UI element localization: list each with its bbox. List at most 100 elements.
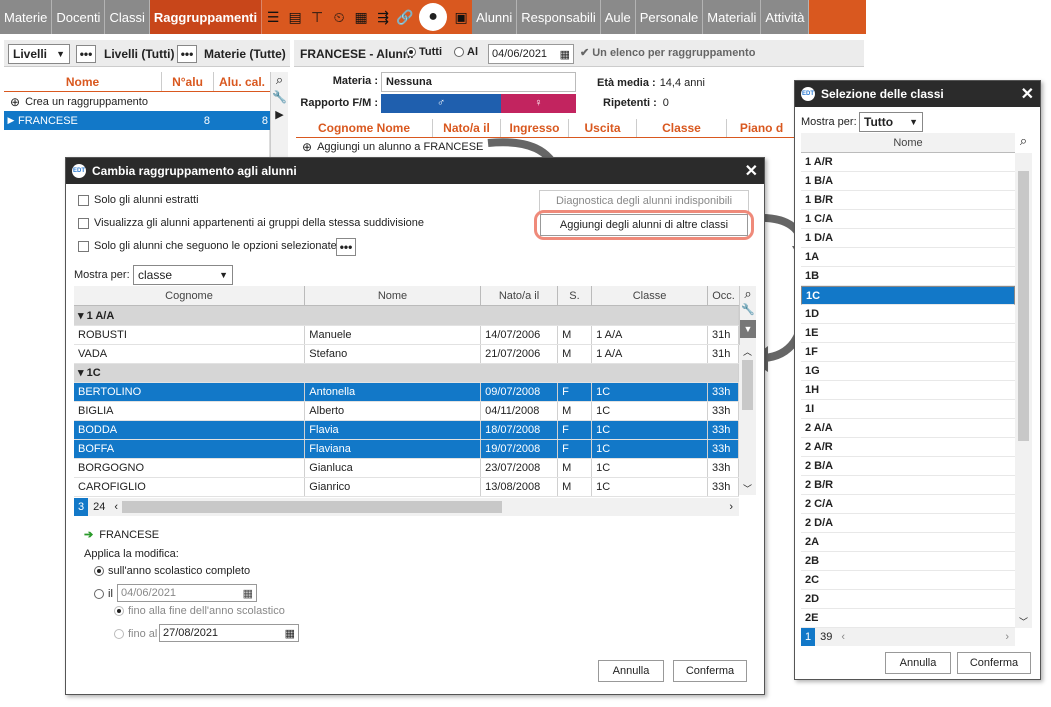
classes-col-name[interactable]: Nome [801, 133, 1015, 153]
until-date-field[interactable]: 27/08/2021 ▦ [159, 624, 299, 642]
table-row[interactable]: BIGLIA Alberto 04/11/2008 M 1C 33h [74, 401, 740, 421]
classes-show-by-select[interactable]: Tutto ▼ [859, 112, 923, 132]
list-item[interactable]: 2A [801, 533, 1015, 552]
horizontal-scroll-thumb[interactable] [122, 501, 503, 513]
col-name[interactable]: Nome [4, 72, 162, 91]
list-item[interactable]: 2 A/A [801, 419, 1015, 438]
search-icon[interactable]: ⌕ [740, 286, 756, 303]
add-students-other-classes-button[interactable]: Aggiungi degli alunni di altre classi [540, 214, 748, 236]
options-more-button[interactable]: ••• [336, 238, 356, 256]
list-item[interactable]: 1 D/A [801, 229, 1015, 248]
wrench-icon[interactable]: 🔧 [271, 90, 288, 108]
chevron-left-icon[interactable]: ‹ [837, 631, 849, 643]
group-header-row[interactable]: ▾ 1C [74, 363, 739, 383]
col-nome[interactable]: Nome [305, 286, 481, 305]
dropdown-icon[interactable]: ▼ [740, 320, 756, 338]
list-item[interactable]: 2 B/A [801, 457, 1015, 476]
tab-materie[interactable]: Materie [0, 0, 53, 34]
radio-from-date[interactable]: il [94, 588, 113, 600]
wrench-icon[interactable]: 🔧 [740, 303, 756, 320]
table-row[interactable]: BODDA Flavia 18/07/2008 F 1C 33h [74, 420, 740, 440]
list-item[interactable]: 2 C/A [801, 495, 1015, 514]
confirm-button[interactable]: Conferma [673, 660, 747, 682]
list-item-selected[interactable]: 1C [801, 286, 1015, 305]
tab-personale[interactable]: Personale [635, 0, 704, 34]
tab-materiali[interactable]: Materiali [703, 0, 762, 34]
add-student-row[interactable]: ⊕ Aggiungi un alunno a FRANCESE [302, 140, 483, 154]
bars-icon[interactable]: ▤ [284, 0, 306, 34]
from-date-field[interactable]: 04/06/2021 ▦ [117, 584, 257, 602]
table-row[interactable]: BERTOLINO Antonella 09/07/2008 F 1C 33h [74, 382, 740, 402]
col-nalu[interactable]: N°alu [162, 72, 214, 91]
col-classe[interactable]: Classe [592, 286, 708, 305]
list-item[interactable]: 2E [801, 609, 1015, 628]
list-item[interactable]: 2 D/A [801, 514, 1015, 533]
search-icon[interactable]: ⌕ [271, 72, 288, 90]
group-header-row[interactable]: ▾ 1 A/A [74, 306, 739, 326]
contact-card-icon[interactable]: ▣ [450, 0, 472, 34]
cancel-button[interactable]: Annulla [598, 660, 664, 682]
radio-all[interactable]: Tutti [406, 46, 442, 58]
col-plan[interactable]: Piano d [727, 119, 796, 137]
list-item[interactable]: 2 A/R [801, 438, 1015, 457]
list-item[interactable]: 1G [801, 362, 1015, 381]
single-list-checkbox[interactable]: ✔ Un elenco per raggruppamento [580, 46, 755, 60]
calendar-icon[interactable]: ▦ [560, 48, 570, 61]
chevron-up-icon[interactable]: ︿ [739, 345, 756, 358]
level-options-button[interactable]: ••• [76, 45, 96, 63]
col-sex[interactable]: S. [558, 286, 592, 305]
checkbox-extracted[interactable]: Solo gli alunni estratti [78, 194, 199, 206]
table-row[interactable]: ROBUSTI Manuele 14/07/2006 M 1 A/A 31h [74, 325, 740, 345]
search-icon[interactable]: ⌕ [1015, 133, 1032, 149]
list-item[interactable]: 1 A/R [801, 153, 1015, 172]
scroll-thumb[interactable] [1018, 171, 1029, 441]
schedule-icon[interactable]: ⏲ [328, 0, 350, 34]
list-item[interactable]: 2D [801, 590, 1015, 609]
subject-options-button[interactable]: ••• [177, 45, 197, 63]
chevron-right-icon[interactable]: › [1005, 631, 1015, 643]
checkbox-selected-options[interactable]: Solo gli alunni che seguono le opzioni s… [78, 240, 337, 252]
list-item[interactable]: 1F [801, 343, 1015, 362]
list-item[interactable]: 1D [801, 305, 1015, 324]
list-item[interactable]: 2 B/R [801, 476, 1015, 495]
classes-vertical-scrollbar[interactable]: ﹀ [1015, 153, 1032, 628]
list-item[interactable]: 1I [801, 400, 1015, 419]
table-row[interactable]: VADA Stefano 21/07/2006 M 1 A/A 31h [74, 344, 740, 364]
tab-docenti[interactable]: Docenti [52, 0, 106, 34]
level-select[interactable]: Livelli ▼ [8, 44, 70, 64]
classes-cancel-button[interactable]: Annulla [885, 652, 951, 674]
radio-full-year[interactable]: sull'anno scolastico completo [94, 565, 250, 577]
list-item[interactable]: 1H [801, 381, 1015, 400]
list-item[interactable]: 1 B/A [801, 172, 1015, 191]
chevron-right-icon[interactable]: › [729, 501, 739, 513]
tab-responsabili[interactable]: Responsabili [517, 0, 601, 34]
table-row[interactable]: CAROFIGLIO Gianrico 13/08/2008 M 1C 33h [74, 477, 740, 497]
play-icon[interactable]: ▶ [271, 108, 288, 126]
radio-end-of-year[interactable]: fino alla fine dell'anno scolastico [114, 605, 285, 617]
radio-at-date[interactable]: Al [454, 46, 478, 58]
group-row-francese[interactable]: ▶ FRANCESE 8 8 [4, 111, 270, 130]
chevron-left-icon[interactable]: ‹ [110, 501, 122, 513]
chevron-down-icon[interactable]: ﹀ [1015, 615, 1032, 628]
table-row[interactable]: BOFFA Flaviana 19/07/2008 F 1C 33h [74, 439, 740, 459]
tab-classi[interactable]: Classi [105, 0, 150, 34]
grid-icon[interactable]: ▦ [350, 0, 372, 34]
list-item[interactable]: 1E [801, 324, 1015, 343]
radio-until-date[interactable]: fino al [114, 628, 157, 640]
classes-confirm-button[interactable]: Conferma [957, 652, 1031, 674]
list-item[interactable]: 1 B/R [801, 191, 1015, 210]
calendar-icon[interactable]: ▦ [285, 627, 295, 640]
scroll-thumb[interactable] [742, 360, 753, 410]
create-group-row[interactable]: ⊕ Crea un raggruppamento [6, 93, 270, 111]
list-icon[interactable]: ☰ [262, 0, 284, 34]
col-cognome[interactable]: Cognome [74, 286, 305, 305]
tab-attivita[interactable]: Attività [761, 0, 810, 34]
tree-icon[interactable]: ⇶ [372, 0, 394, 34]
col-occ[interactable]: Occ. [708, 286, 739, 305]
chevron-down-icon[interactable]: ﹀ [739, 482, 756, 495]
list-item[interactable]: 2C [801, 571, 1015, 590]
col-surname-name[interactable]: Cognome Nome [296, 119, 433, 137]
checkbox-same-subdivision[interactable]: Visualizza gli alunni appartenenti ai gr… [78, 217, 424, 229]
table-row[interactable]: BORGOGNO Gianluca 23/07/2008 M 1C 33h [74, 458, 740, 478]
list-item[interactable]: 1 C/A [801, 210, 1015, 229]
